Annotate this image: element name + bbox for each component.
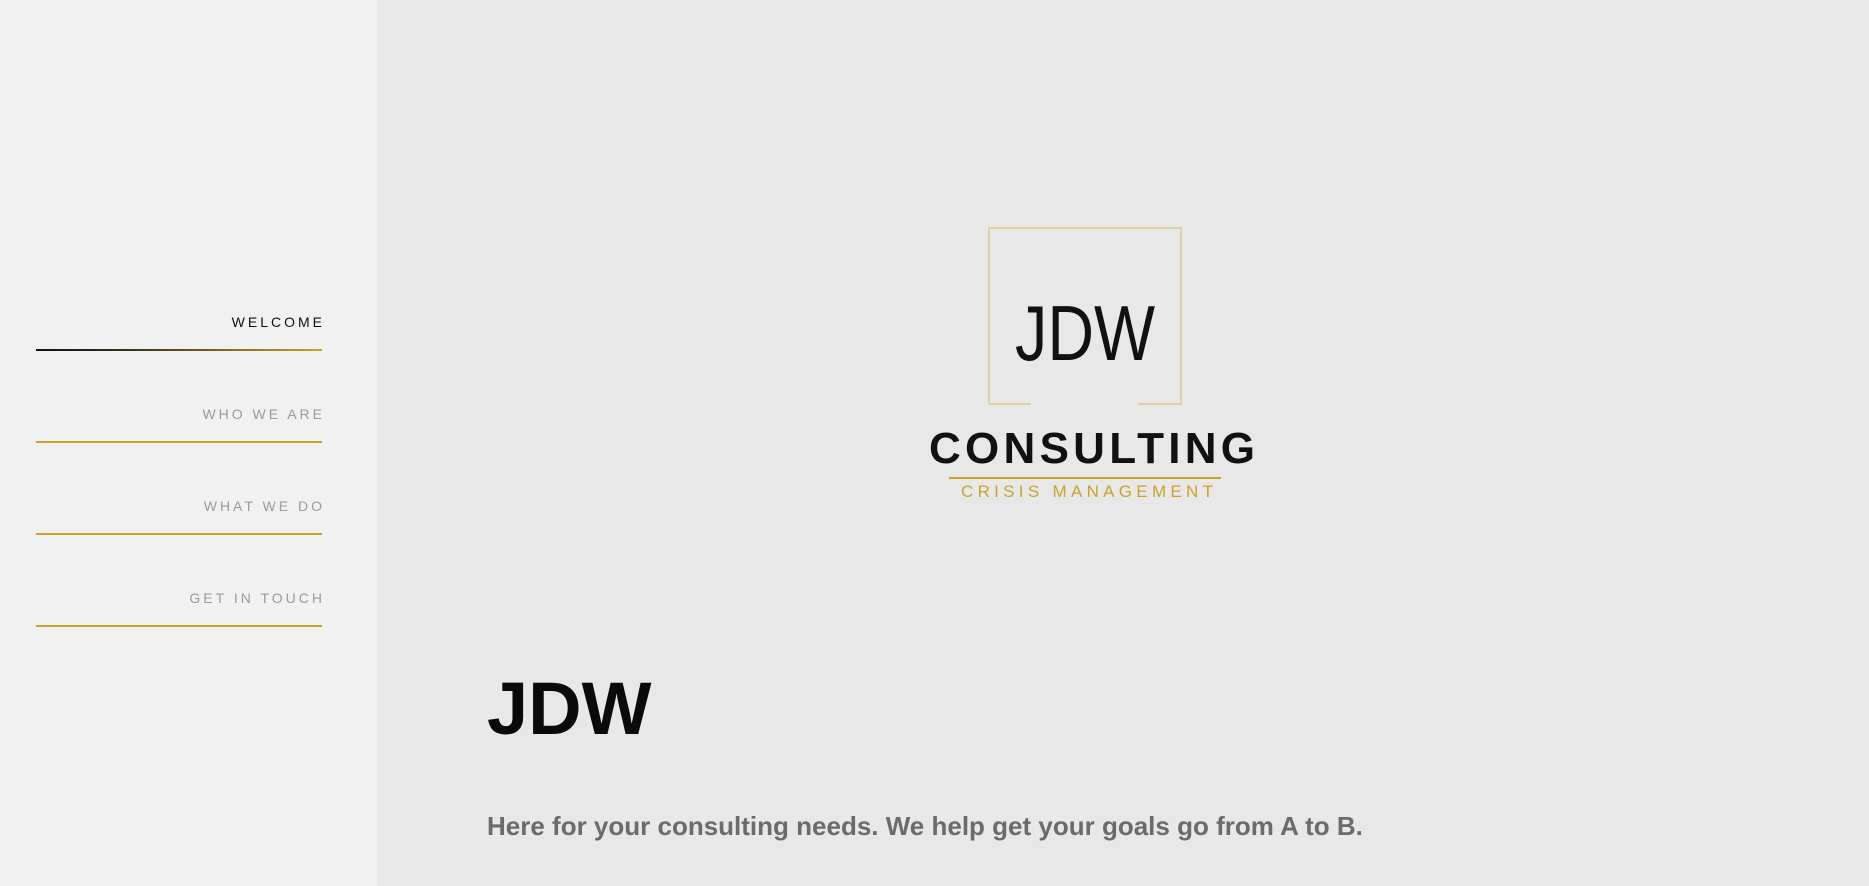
- nav-item-label: WELCOME: [231, 314, 325, 330]
- page-tagline: Here for your consulting needs. We help …: [487, 811, 1363, 841]
- main-content: JDW CONSULTING CRISIS MANAGEMENT JDW Her…: [377, 0, 1869, 886]
- company-logo: JDW CONSULTING CRISIS MANAGEMENT: [929, 227, 1255, 501]
- logo-subtitle: CRISIS MANAGEMENT: [961, 482, 1213, 501]
- main-nav: WELCOME WHO WE ARE WHAT WE DO GET IN TOU…: [36, 300, 322, 668]
- nav-underline: [36, 349, 322, 351]
- nav-underline: [36, 441, 322, 443]
- nav-underline: [36, 625, 322, 627]
- nav-item-label: WHAT WE DO: [203, 498, 325, 514]
- logo-monogram: JDW: [1015, 289, 1155, 377]
- nav-underline: [36, 533, 322, 535]
- nav-item-welcome[interactable]: WELCOME: [36, 300, 322, 392]
- nav-item-label: WHO WE ARE: [202, 406, 325, 422]
- sidebar: WELCOME WHO WE ARE WHAT WE DO GET IN TOU…: [0, 0, 377, 886]
- nav-item-get-in-touch[interactable]: GET IN TOUCH: [36, 576, 322, 668]
- logo-company-name: CONSULTING: [929, 424, 1255, 473]
- nav-item-label: GET IN TOUCH: [189, 590, 325, 606]
- nav-item-what-we-do[interactable]: WHAT WE DO: [36, 484, 322, 576]
- nav-item-who-we-are[interactable]: WHO WE ARE: [36, 392, 322, 484]
- page-title: JDW: [487, 667, 652, 750]
